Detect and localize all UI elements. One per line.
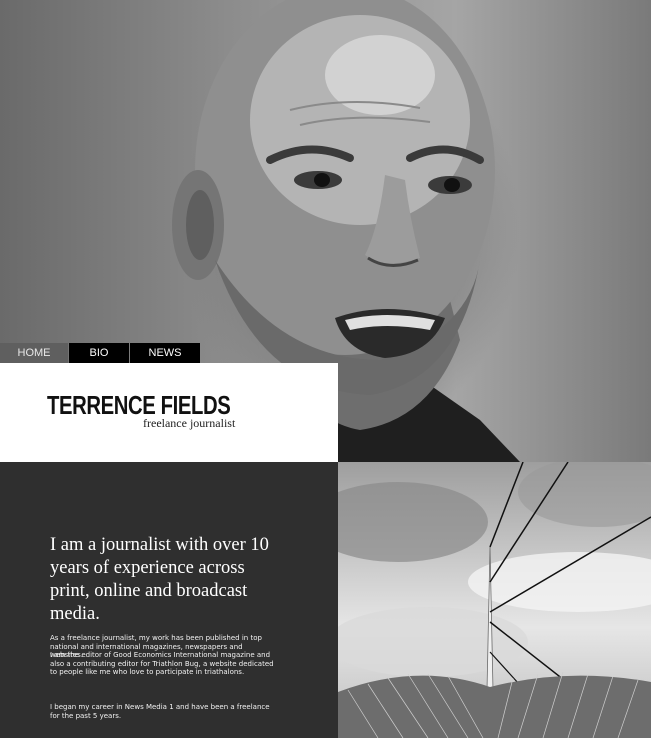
architecture-photo	[338, 462, 651, 738]
nav-bio-link[interactable]: BIO	[69, 343, 129, 363]
profile-role: freelance journalist	[143, 416, 236, 430]
bridge-image	[338, 462, 651, 738]
nav-news-link[interactable]: NEWS	[130, 343, 200, 363]
intro-section: I am a journalist with over 10 years of …	[0, 462, 338, 738]
name-card: TERRENCE FIELDS freelance journalist	[0, 363, 338, 462]
intro-paragraph-2: I am the editor of Good Economics Intern…	[50, 651, 274, 677]
nav-home-link[interactable]: HOME	[0, 343, 68, 363]
hero-portrait-section: HOME BIO NEWS TERRENCE FIELDS freelance …	[0, 0, 651, 462]
intro-paragraph-3: I began my career in News Media 1 and ha…	[50, 703, 270, 720]
intro-headline: I am a journalist with over 10 years of …	[50, 535, 269, 624]
main-nav: HOME BIO NEWS	[0, 343, 200, 363]
